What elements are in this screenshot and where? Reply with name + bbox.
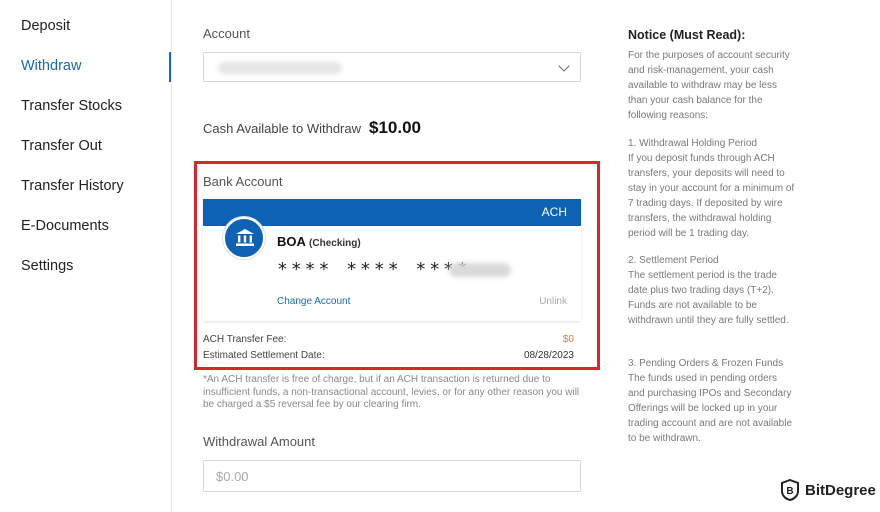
withdrawal-amount-input[interactable] [203, 460, 581, 492]
notice-section-1: 1. Withdrawal Holding Period If you depo… [628, 136, 796, 241]
cash-available-value: $10.00 [369, 118, 422, 137]
sidebar-item-transfer-stocks[interactable]: Transfer Stocks [21, 98, 122, 114]
bitdegree-logo-icon: B [781, 479, 799, 501]
notice-intro: For the purposes of account security and… [628, 50, 790, 121]
notice-section-2: 2. Settlement Period The settlement peri… [628, 253, 796, 328]
cash-available-row: Cash Available to Withdraw $10.00 [203, 118, 421, 138]
svg-text:B: B [786, 486, 793, 497]
withdrawal-amount-label: Withdrawal Amount [203, 434, 315, 449]
notice-section-3: 3. Pending Orders & Frozen Funds The fun… [628, 356, 796, 446]
sidebar-item-transfer-out[interactable]: Transfer Out [21, 138, 102, 154]
active-indicator [169, 52, 171, 82]
sidebar-item-settings[interactable]: Settings [21, 258, 73, 274]
change-account-link[interactable]: Change Account [277, 296, 350, 307]
bank-name-text: BOA [277, 234, 306, 249]
unlink-button[interactable]: Unlink [539, 296, 567, 307]
sidebar-item-withdraw[interactable]: Withdraw [21, 58, 81, 74]
notice-section-heading: 3. Pending Orders & Frozen Funds [628, 358, 784, 369]
settlement-date-value: 08/28/2023 [523, 350, 574, 361]
sidebar-item-deposit[interactable]: Deposit [21, 18, 70, 34]
account-type: (Checking) [309, 238, 361, 249]
account-label: Account [203, 26, 250, 41]
bank-account-label: Bank Account [203, 174, 283, 189]
notice-section-body: If you deposit funds through ACH transfe… [628, 153, 795, 239]
notice-section-heading: 2. Settlement Period [628, 255, 719, 266]
account-value-redacted [218, 62, 342, 74]
sidebar-item-transfer-history[interactable]: Transfer History [21, 178, 124, 194]
sidebar-item-e-documents[interactable]: E-Documents [21, 218, 109, 234]
card-header-band: ACH [203, 199, 581, 226]
notice-section-body: The settlement period is the trade date … [628, 270, 789, 326]
chevron-down-icon [558, 60, 570, 72]
ach-disclaimer: *An ACH transfer is free of charge, but … [203, 374, 580, 410]
ach-fee-value: $0 [562, 334, 574, 345]
account-number-redacted [449, 263, 511, 277]
settlement-date-label: Estimated Settlement Date: [203, 350, 325, 361]
sidebar-nav: Deposit Withdraw Transfer Stocks Transfe… [0, 0, 172, 512]
bitdegree-watermark: B BitDegree [780, 479, 876, 501]
notice-title: Notice (Must Read): [628, 28, 746, 42]
account-select[interactable] [203, 52, 581, 82]
watermark-text: BitDegree [805, 481, 876, 499]
cash-available-label: Cash Available to Withdraw [203, 121, 362, 136]
bank-name: BOA (Checking) [277, 234, 361, 249]
bank-account-card: ACH BOA (Checking) **** **** **** Change… [203, 199, 581, 321]
bank-icon [223, 217, 265, 259]
ach-fee-label: ACH Transfer Fee: [203, 334, 287, 345]
ach-tag: ACH [541, 205, 567, 219]
notice-section-heading: 1. Withdrawal Holding Period [628, 138, 757, 149]
notice-section-body: The funds used in pending orders and pur… [628, 373, 793, 444]
masked-account-number: **** **** **** [277, 259, 471, 280]
